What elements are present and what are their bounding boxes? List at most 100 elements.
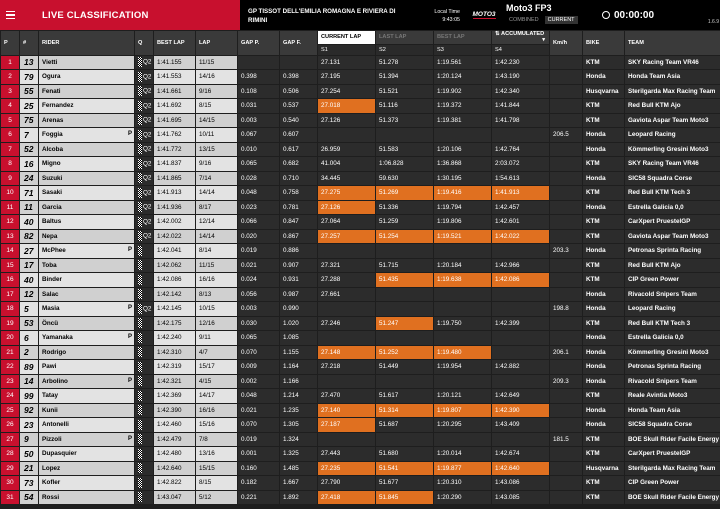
col-gap-p[interactable]: GAP P. [237,30,280,56]
table-row[interactable]: 26 23 Antonelli 1:42.460 15/16 0.070 1.305 27.1… [0,417,720,433]
col-rider[interactable]: RIDER [38,30,135,56]
table-row[interactable]: 6 7 Foggia P Q2 1:41.762 10/11 0.067 0.607 206.5 H… [0,127,720,143]
table-row[interactable]: 9 24 Suzuki Q2 1:41.865 7/14 0.028 0.710 34.445 5… [0,170,720,186]
lap-cell: 8/15 [195,475,238,491]
table-row[interactable]: 11 11 Garcia Q2 1:41.936 8/17 0.023 0.781 27.126… [0,199,720,215]
col-q[interactable]: Q [134,30,154,56]
col-best-lap[interactable]: BEST LAP [153,30,196,56]
table-row[interactable]: 19 53 Öncü 1:42.175 12/16 0.030 1.020 27.246 51.… [0,315,720,331]
team-cell: Leopard Racing [624,301,720,317]
col-kmh[interactable]: Km/h [549,30,583,56]
team-cell: SKY Racing Team VR46 [624,54,720,70]
rider-name-cell: Fernandez [38,98,135,114]
q-cell: Q2 [134,83,154,99]
bike-cell: Honda [582,301,625,317]
sector-2-cell: 51.449 [375,359,434,375]
table-row[interactable]: 30 73 Kofler 1:42.822 8/15 0.182 1.667 27.790 51… [0,475,720,491]
best-lap-cell: 1:42.240 [153,330,196,346]
col-gap-f[interactable]: GAP F. [279,30,318,56]
tab-current[interactable]: CURRENT [544,16,578,24]
table-row[interactable]: 21 2 Rodrigo 1:42.310 4/7 0.070 1.155 27.148 51.… [0,344,720,360]
table-row[interactable]: 15 17 Toba 1:42.062 11/15 0.021 0.907 27.321 51.… [0,257,720,273]
sector-1-cell: 41.004 [317,156,376,172]
rider-number: 13 [19,54,39,70]
col-team[interactable]: TEAM [624,30,720,56]
table-row[interactable]: 1 13 Vietti Q2 1:41.155 11/15 27.131 51.278 1:19… [0,54,720,70]
sector-4-cell: 1:43.086 [491,475,550,491]
q-cell [134,272,154,288]
team-cell: BOE Skull Rider Facile Energy [624,431,720,447]
sector-3-cell: 1:19.381 [433,112,492,128]
table-row[interactable]: 27 9 Pizzoli P 1:42.479 7/8 0.019 1.324 181.5 KTM… [0,431,720,447]
position-cell: 8 [0,156,20,172]
col-bike[interactable]: BIKE [582,30,625,56]
sector-3-cell [433,373,492,389]
best-lap-cell: 1:42.479 [153,431,196,447]
table-row[interactable]: 13 82 Nepa Q2 1:42.022 14/14 0.020 0.867 27.257 5… [0,228,720,244]
col-lap[interactable]: LAP [195,30,238,56]
col-p[interactable]: P [0,30,20,56]
team-cell: Estrella Galicia 0,0 [624,199,720,215]
rider-name: Fenati [42,87,61,95]
sector-1-cell [317,127,376,143]
lap-cell: 16/16 [195,402,238,418]
tab-best-lap-sectors[interactable]: BEST LAP [433,30,492,45]
table-row[interactable]: 31 54 Rossi 1:43.047 5/12 0.221 1.892 27.418 51.… [0,489,720,505]
col-number[interactable]: # [19,30,39,56]
speed-cell [549,185,583,201]
table-row[interactable]: 4 25 Fernandez Q2 1:41.692 8/15 0.031 0.537 27.0… [0,98,720,114]
tab-combined[interactable]: COMBINED [506,16,542,24]
rider-name: Rossi [42,493,60,501]
accumulated-dropdown[interactable]: ⇅ ACCUMULATED ▾ [491,30,550,45]
sector-3-cell: 1:20.106 [433,141,492,157]
q-cell: Q2 [134,156,154,172]
lap-cell: 10/15 [195,301,238,317]
rider-name-cell: Tatay [38,388,135,404]
gap-f-cell: 0.398 [279,69,318,85]
speed-cell: 181.5 [549,431,583,447]
table-row[interactable]: 29 21 Lopez 1:42.640 15/15 0.160 1.485 27.235 51… [0,460,720,476]
sector-3-cell: 1:20.121 [433,388,492,404]
rider-number: 40 [19,272,39,288]
table-row[interactable]: 7 52 Alcoba Q2 1:41.772 13/15 0.010 0.617 26.959… [0,141,720,157]
table-row[interactable]: 24 99 Tatay 1:42.369 14/17 0.048 1.214 27.470 51… [0,388,720,404]
rider-number: 9 [19,431,39,447]
rider-name: Salac [42,290,59,298]
table-row[interactable]: 16 40 Binder 1:42.086 16/16 0.024 0.931 27.288 5… [0,272,720,288]
table-row[interactable]: 12 40 Baltus Q2 1:42.002 12/14 0.066 0.847 27.06… [0,214,720,230]
tab-last-lap[interactable]: LAST LAP [375,30,434,45]
table-row[interactable]: 25 92 Kunii 1:42.390 16/16 0.021 1.235 27.140 51… [0,402,720,418]
team-cell: BOE Skull Rider Facile Energy [624,489,720,505]
lap-cell: 13/16 [195,446,238,462]
speed-cell [549,359,583,375]
table-row[interactable]: 28 50 Dupasquier 1:42.480 13/16 0.001 1.325 27.… [0,446,720,462]
table-row[interactable]: 20 6 Yamanaka P 1:42.240 9/11 0.065 1.085 Honda E… [0,330,720,346]
best-lap-cell: 1:41.553 [153,69,196,85]
menu-icon[interactable] [0,0,20,30]
tab-current-lap[interactable]: CURRENT LAP [317,30,376,45]
table-row[interactable]: 2 79 Ogura Q2 1:41.553 14/16 0.398 0.398 27.195 5… [0,69,720,85]
rider-number: 17 [19,257,39,273]
table-row[interactable]: 23 14 Arbolino P 1:42.321 4/15 0.002 1.166 209.3… [0,373,720,389]
table-row[interactable]: 17 12 Salac 1:42.142 8/13 0.056 0.987 27.661 Hon… [0,286,720,302]
table-row[interactable]: 10 71 Sasaki Q2 1:41.913 14/14 0.048 0.758 27.27… [0,185,720,201]
table-row[interactable]: 3 55 Fenati Q2 1:41.661 9/16 0.108 0.506 27.254 5… [0,83,720,99]
table-row[interactable]: 14 27 McPhee P 1:42.041 8/14 0.019 0.886 203.3 Ho… [0,243,720,259]
rider-name-cell: Toba [38,257,135,273]
sector-4-cell: 1:54.613 [491,170,550,186]
table-row[interactable]: 8 16 Migno Q2 1:41.837 9/16 0.065 0.682 41.004 1:… [0,156,720,172]
speed-cell: 198.8 [549,301,583,317]
position-cell: 27 [0,431,20,447]
table-row[interactable]: 18 5 Masia P Q2 1:42.145 10/15 0.003 0.990 198.8 H… [0,301,720,317]
sector-4-cell [491,301,550,317]
chequered-flag-icon [138,405,142,416]
rider-name-cell: Arbolino P [38,373,135,389]
sector-3-cell: 1:20.124 [433,69,492,85]
chequered-flag-icon [138,86,142,97]
table-row[interactable]: 5 75 Arenas Q2 1:41.695 14/15 0.003 0.540 27.126… [0,112,720,128]
sector-3-cell: 1:19.416 [433,185,492,201]
rider-name-cell: Kofler [38,475,135,491]
chequered-flag-icon [138,144,142,155]
table-row[interactable]: 22 89 Pawi 1:42.319 15/17 0.009 1.164 27.218 51.… [0,359,720,375]
q-value: Q2 [143,102,152,110]
